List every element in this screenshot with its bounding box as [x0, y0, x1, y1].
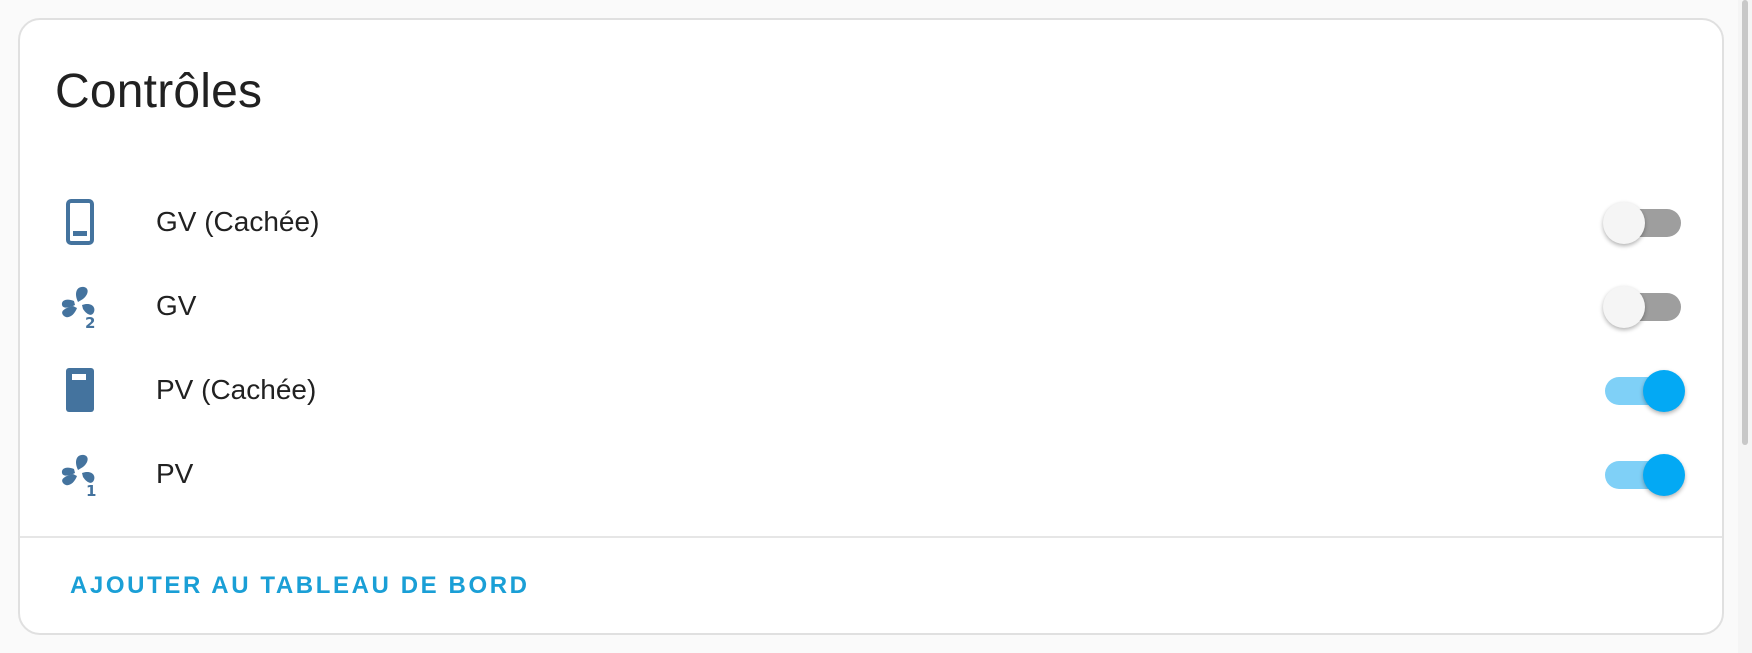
toggle-thumb: [1643, 370, 1685, 412]
toggle-thumb: [1643, 454, 1685, 496]
entity-label: GV: [156, 290, 197, 321]
entity-label: GV (Cachée): [156, 206, 320, 237]
card-title: Contrôles: [55, 65, 263, 118]
toggle-switch[interactable]: [1603, 202, 1683, 244]
svg-text:1: 1: [86, 482, 96, 498]
scrollbar-thumb[interactable]: [1742, 0, 1748, 445]
add-to-dashboard-button[interactable]: AJOUTER AU TABLEAU DE BORD: [70, 572, 530, 600]
card-divider: [20, 536, 1722, 538]
entity-label: PV (Cachée): [156, 374, 317, 405]
toggle-thumb: [1603, 202, 1645, 244]
phone-filled-icon: [66, 368, 94, 412]
toggle-thumb: [1603, 286, 1645, 328]
phone-outline-icon: [66, 199, 94, 245]
fan-speed-1-icon: 1: [61, 454, 96, 498]
toggle-switch[interactable]: [1603, 370, 1685, 412]
controls-card: Contrôles GV (Cachée) 2 GV PV (Cachée) 1…: [18, 18, 1724, 635]
entity-row-pv[interactable]: 1 PV: [20, 440, 1722, 510]
entity-label: PV: [156, 458, 194, 489]
page-scrollbar[interactable]: [1738, 0, 1752, 653]
entity-row-gv-hidden[interactable]: GV (Cachée): [20, 188, 1722, 258]
fan-speed-2-icon: 2: [61, 286, 95, 330]
toggle-switch[interactable]: [1603, 286, 1683, 328]
entity-row-pv-hidden[interactable]: PV (Cachée): [20, 356, 1722, 426]
entity-row-gv[interactable]: 2 GV: [20, 272, 1722, 342]
svg-text:2: 2: [85, 314, 95, 330]
toggle-switch[interactable]: [1603, 454, 1685, 496]
